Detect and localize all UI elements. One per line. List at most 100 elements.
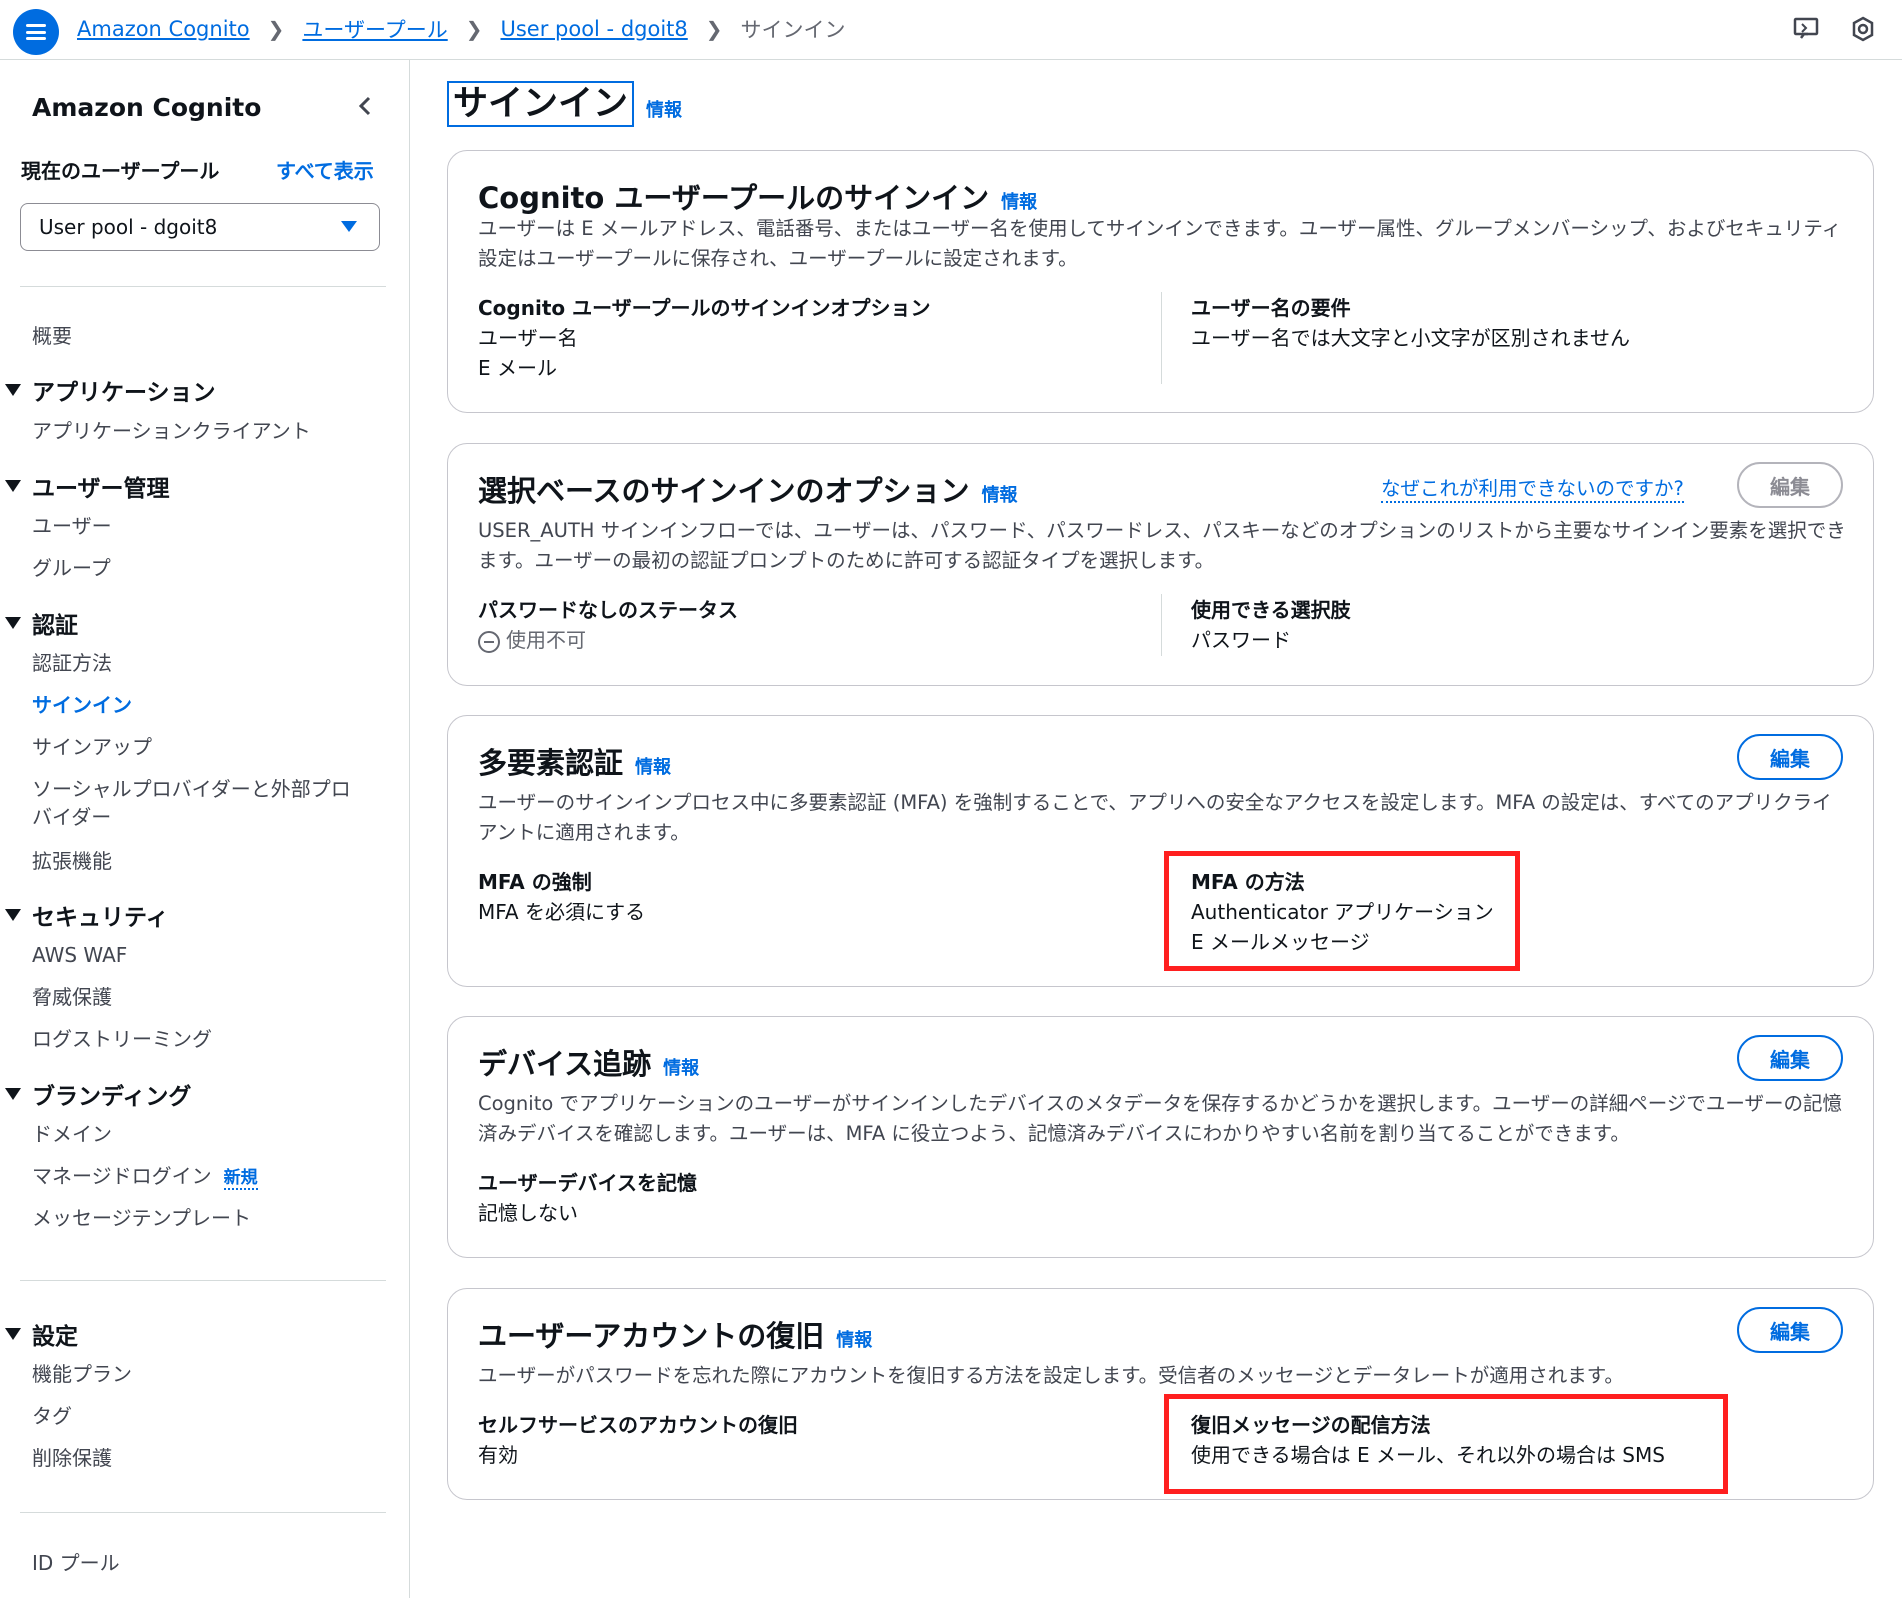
show-all-link[interactable]: すべて表示 — [276, 155, 374, 184]
nav-identity-pools[interactable]: ID プール — [32, 1549, 120, 1577]
nav-domain[interactable]: ドメイン — [32, 1120, 112, 1148]
card-title: ユーザーアカウントの復旧 情報 — [478, 1313, 872, 1355]
feedback-icon[interactable] — [1791, 14, 1821, 44]
breadcrumb-amazon-cognito[interactable]: Amazon Cognito — [77, 17, 250, 41]
chevron-right-icon: ❯ — [267, 17, 285, 41]
collapse-sidebar-icon[interactable] — [355, 94, 375, 118]
sign-in-options-label: Cognito ユーザープールのサインインオプション — [478, 296, 931, 320]
divider — [20, 1280, 386, 1281]
mfa-enforcement-label: MFA の強制 — [478, 870, 592, 894]
card-description: ユーザーがパスワードを忘れた際にアカウントを復旧する方法を設定します。受信者のメ… — [478, 1364, 1624, 1387]
nav-overview[interactable]: 概要 — [32, 322, 72, 350]
username-requirements-value: ユーザー名では大文字と小文字が区別されません — [1191, 326, 1630, 350]
info-link[interactable]: 情報 — [1001, 188, 1037, 214]
nav-sign-up[interactable]: サインアップ — [32, 733, 152, 761]
nav-sign-in[interactable]: サインイン — [32, 691, 132, 719]
username-requirements-label: ユーザー名の要件 — [1191, 296, 1351, 320]
page-heading: サインイン 情報 — [447, 81, 682, 127]
divider — [20, 1512, 386, 1513]
nav-users[interactable]: ユーザー — [32, 512, 112, 540]
remember-devices-label: ユーザーデバイスを記憶 — [478, 1171, 697, 1195]
nav-auth-methods[interactable]: 認証方法 — [32, 649, 112, 677]
card-title-text: 選択ベースのサインインのオプション — [478, 474, 970, 508]
nav-extensions[interactable]: 拡張機能 — [32, 847, 112, 875]
nav-feature-plan[interactable]: 機能プラン — [32, 1360, 132, 1388]
card-description: Cognito でアプリケーションのユーザーがサインインしたデバイスのメタデータ… — [478, 1092, 1842, 1145]
status-unavailable-icon — [478, 630, 500, 653]
page-title: サインイン — [447, 81, 635, 127]
nav-group-label: セキュリティ — [32, 905, 169, 931]
nav-group-label: アプリケーション — [32, 380, 216, 406]
card-title-text: デバイス追跡 — [478, 1047, 652, 1081]
card-title: 選択ベースのサインインのオプション 情報 — [478, 468, 1018, 510]
nav-log-streaming[interactable]: ログストリーミング — [32, 1025, 212, 1053]
side-navigation: Amazon Cognito 現在のユーザープール すべて表示 User poo… — [0, 60, 410, 1598]
caret-down-icon — [5, 1088, 21, 1100]
why-unavailable-link[interactable]: なぜこれが利用できないのですか? — [1381, 472, 1684, 503]
breadcrumb-current: サインイン — [740, 18, 846, 42]
nav-deletion-protection[interactable]: 削除保護 — [32, 1444, 112, 1472]
caret-down-icon — [341, 221, 357, 232]
edit-button[interactable]: 編集 — [1737, 462, 1843, 508]
card-user-pool-sign-in: Cognito ユーザープールのサインイン 情報 ユーザーは E メールアドレス… — [447, 150, 1874, 413]
nav-social-providers-line-2: バイダー — [32, 805, 112, 829]
settings-icon[interactable] — [1848, 14, 1878, 44]
chevron-right-icon: ❯ — [465, 17, 483, 41]
nav-managed-login[interactable]: マネージドログイン 新規 — [32, 1162, 258, 1192]
nav-threat-protection[interactable]: 脅威保護 — [32, 983, 112, 1011]
nav-message-templates[interactable]: メッセージテンプレート — [32, 1204, 251, 1232]
info-link[interactable]: 情報 — [982, 481, 1018, 507]
nav-group-label: 認証 — [32, 613, 78, 639]
info-link[interactable]: 情報 — [836, 1326, 872, 1352]
menu-icon[interactable] — [13, 9, 59, 55]
nav-group-label: ユーザー管理 — [32, 476, 170, 502]
current-pool-label: 現在のユーザープール — [21, 159, 220, 183]
nav-social-providers-line-1: ソーシャルプロバイダーと外部プロ — [32, 777, 351, 801]
card-title-text: Cognito ユーザープールのサインイン — [478, 181, 990, 215]
card-title-text: 多要素認証 — [478, 746, 624, 780]
info-link[interactable]: 情報 — [646, 96, 682, 122]
info-link[interactable]: 情報 — [635, 753, 671, 779]
card-account-recovery: ユーザーアカウントの復旧 情報 編集 ユーザーがパスワードを忘れた際にアカウント… — [447, 1288, 1874, 1500]
card-description: ユーザーは E メールアドレス、電話番号、またはユーザー名を使用してサインインで… — [478, 217, 1842, 270]
nav-social-providers[interactable]: ソーシャルプロバイダーと外部プロ バイダー — [32, 775, 351, 831]
remember-devices-value: 記憶しない — [478, 1201, 578, 1225]
nav-group-settings[interactable]: 設定 — [5, 1317, 78, 1351]
breadcrumb-user-pool[interactable]: User pool - dgoit8 — [500, 17, 687, 41]
edit-button[interactable]: 編集 — [1737, 734, 1843, 780]
nav-app-clients[interactable]: アプリケーションクライアント — [32, 417, 311, 445]
breadcrumb-user-pools[interactable]: ユーザープール — [302, 14, 447, 44]
nav-group-security[interactable]: セキュリティ — [5, 898, 169, 932]
passwordless-status-label: パスワードなしのステータス — [478, 598, 738, 622]
nav-group-branding[interactable]: ブランディング — [5, 1077, 191, 1111]
edit-button[interactable]: 編集 — [1737, 1307, 1843, 1353]
nav-groups[interactable]: グループ — [32, 554, 111, 582]
nav-tags[interactable]: タグ — [32, 1402, 72, 1430]
caret-down-icon — [5, 617, 21, 629]
user-pool-select[interactable]: User pool - dgoit8 — [20, 203, 380, 251]
available-choices-label: 使用できる選択肢 — [1191, 598, 1351, 622]
nav-group-user-management[interactable]: ユーザー管理 — [5, 469, 170, 503]
card-description: ユーザーのサインインプロセス中に多要素認証 (MFA) を強制することで、アプリ… — [478, 791, 1832, 844]
nav-group-applications[interactable]: アプリケーション — [5, 373, 216, 407]
sidebar-title: Amazon Cognito — [32, 93, 262, 122]
card-title: デバイス追跡 情報 — [478, 1041, 699, 1083]
highlight-box — [1164, 1394, 1728, 1494]
edit-button[interactable]: 編集 — [1737, 1035, 1843, 1081]
chevron-right-icon: ❯ — [705, 17, 723, 41]
caret-down-icon — [5, 480, 21, 492]
nav-managed-login-label: マネージドログイン — [32, 1164, 212, 1188]
nav-group-authentication[interactable]: 認証 — [5, 606, 78, 640]
caret-down-icon — [5, 384, 21, 396]
card-choice-based-sign-in: 選択ベースのサインインのオプション 情報 なぜこれが利用できないのですか? 編集… — [447, 443, 1874, 686]
nav-group-label: 設定 — [32, 1324, 78, 1350]
caret-down-icon — [5, 1328, 21, 1340]
card-title: 多要素認証 情報 — [478, 740, 671, 782]
nav-aws-waf[interactable]: AWS WAF — [32, 941, 127, 969]
sign-in-option-value: E メール — [478, 356, 557, 380]
mfa-enforcement-value: MFA を必須にする — [478, 900, 646, 924]
info-link[interactable]: 情報 — [663, 1054, 699, 1080]
top-navigation-bar: Amazon Cognito ❯ ユーザープール ❯ User pool - d… — [0, 0, 1902, 60]
new-badge[interactable]: 新規 — [223, 1168, 258, 1190]
self-service-recovery-value: 有効 — [478, 1443, 518, 1467]
